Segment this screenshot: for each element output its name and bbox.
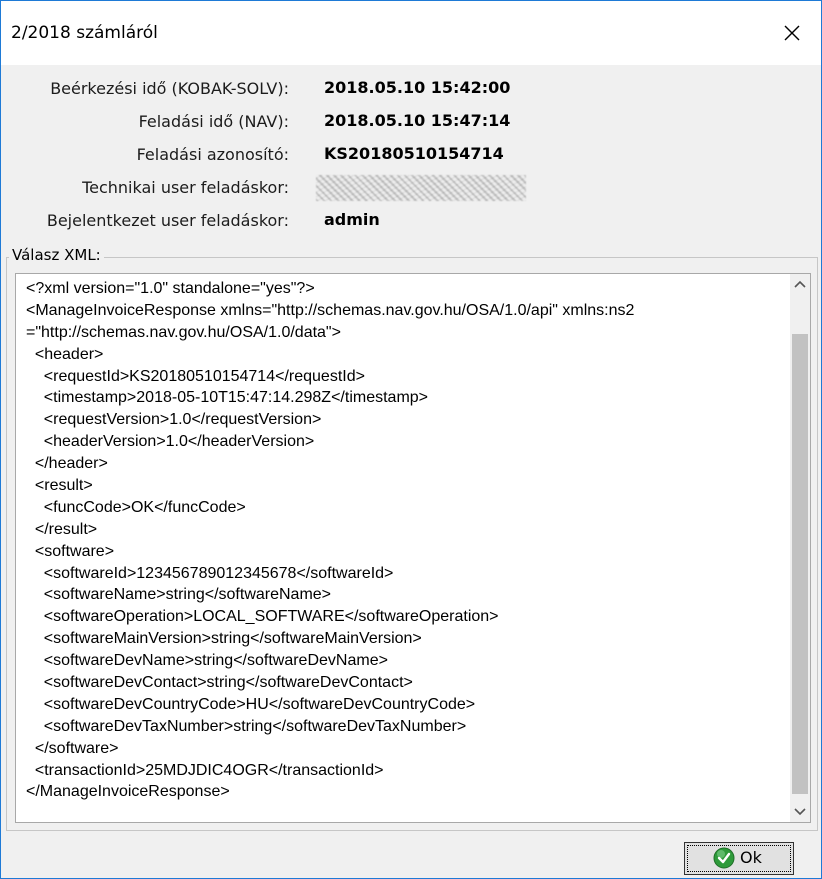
info-label: Technikai user feladáskor: (82, 178, 289, 197)
xml-line: <softwareDevCountryCode>HU</softwareDevC… (26, 695, 476, 713)
xml-line: ="http://schemas.nav.gov.hu/OSA/1.0/data… (26, 323, 341, 341)
xml-line: <ManageInvoiceResponse xmlns="http://sch… (26, 301, 635, 319)
scroll-thumb[interactable] (792, 334, 808, 794)
scroll-up-button[interactable] (790, 274, 810, 294)
xml-line: <softwareId>123456789012345678</software… (26, 564, 394, 582)
info-value: 2018.05.10 15:47:14 (324, 111, 511, 130)
info-value: admin (324, 210, 380, 229)
xml-line: <transactionId>25MDJDIC4OGR</transaction… (26, 761, 384, 779)
info-row-sent-id: Feladási azonosító: KS20180510154714 (1, 144, 821, 171)
xml-line: <result> (26, 477, 93, 495)
info-row-technical-user: Technikai user feladáskor: (1, 175, 821, 204)
xml-line: <header> (26, 345, 104, 363)
xml-line: </header> (26, 455, 108, 473)
xml-textarea[interactable]: <?xml version="1.0" standalone="yes"?> <M… (15, 273, 811, 823)
xml-content: <?xml version="1.0" standalone="yes"?> <M… (26, 278, 784, 803)
info-value: 2018.05.10 15:42:00 (324, 78, 511, 97)
xml-line: <softwareMainVersion>string</softwareMai… (26, 630, 422, 648)
vertical-scrollbar[interactable] (790, 274, 810, 822)
xml-line: <funcCode>OK</funcCode> (26, 498, 246, 516)
xml-line: <timestamp>2018-05-10T15:47:14.298Z</tim… (26, 389, 429, 407)
redacted-value (316, 175, 526, 201)
xml-line: <software> (26, 542, 115, 560)
focus-rectangle (687, 845, 791, 872)
check-circle-icon (713, 847, 735, 869)
xml-line: </software> (26, 739, 119, 757)
scroll-down-button[interactable] (790, 802, 810, 822)
xml-line: <softwareName>string</softwareName> (26, 586, 332, 604)
xml-line: <softwareDevName>string</softwareDevName… (26, 652, 388, 670)
xml-line: <requestVersion>1.0</requestVersion> (26, 411, 322, 429)
xml-line: <requestId>KS20180510154714</requestId> (26, 367, 365, 385)
ok-button[interactable]: Ok (684, 842, 794, 875)
close-icon (784, 25, 800, 41)
info-value: KS20180510154714 (324, 144, 504, 163)
info-row-logged-user: Bejelentkezet user feladáskor: admin (1, 210, 821, 237)
chevron-up-icon (794, 280, 806, 288)
xml-line: </result> (26, 520, 98, 538)
info-label: Feladási azonosító: (136, 145, 289, 164)
close-button[interactable] (763, 1, 821, 65)
chevron-down-icon (794, 808, 806, 816)
xml-group-legend: Válasz XML: (9, 246, 104, 264)
title-bar[interactable]: 2/2018 számláról (1, 1, 821, 65)
xml-line: </ManageInvoiceResponse> (26, 783, 230, 801)
window-title: 2/2018 számláról (11, 23, 158, 43)
info-label: Bejelentkezet user feladáskor: (46, 211, 289, 230)
ok-button-label: Ok (740, 848, 762, 867)
info-label: Beérkezési idő (KOBAK-SOLV): (50, 79, 289, 98)
xml-line: <softwareOperation>LOCAL_SOFTWARE</softw… (26, 608, 499, 626)
xml-line: <softwareDevTaxNumber>string</softwareDe… (26, 717, 467, 735)
xml-line: <softwareDevContact>string</softwareDevC… (26, 674, 413, 692)
info-row-sent-time: Feladási idő (NAV): 2018.05.10 15:47:14 (1, 111, 821, 138)
info-label: Feladási idő (NAV): (138, 112, 289, 131)
info-row-received: Beérkezési idő (KOBAK-SOLV): 2018.05.10 … (1, 78, 821, 105)
dialog-window: 2/2018 számláról Beérkezési idő (KOBAK-S… (0, 0, 822, 879)
xml-line: <?xml version="1.0" standalone="yes"?> (26, 280, 315, 297)
xml-line: <headerVersion>1.0</headerVersion> (26, 433, 315, 451)
